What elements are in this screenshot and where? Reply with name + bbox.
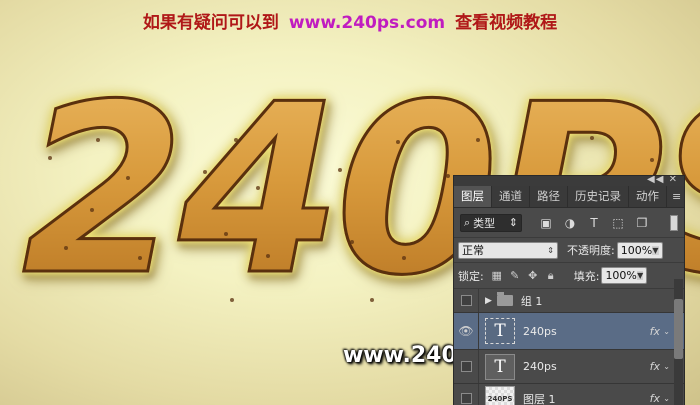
filter-row: ⌕ 类型 ⇕ ▣ ◑ T ⬚ ❐	[454, 208, 684, 238]
smart-object-filter-icon[interactable]: ❐	[632, 216, 652, 230]
lock-paint-icon[interactable]: ✎	[506, 269, 524, 282]
fill-label: 填充:	[573, 269, 600, 283]
hidden-box-icon	[460, 393, 472, 404]
lock-position-icon[interactable]: ✥	[524, 269, 542, 282]
search-icon: ⌕	[464, 215, 471, 229]
hidden-box-icon	[460, 361, 472, 372]
fx-icon[interactable]: fx	[650, 392, 660, 405]
fill-value: 100%	[605, 269, 637, 282]
lock-row: 锁定: ▦ ✎ ✥ 🔒︎ 填充: 100% ▼	[454, 263, 684, 289]
filter-kind-label: 类型	[473, 216, 496, 230]
adjustment-filter-icon[interactable]: ◑	[560, 216, 580, 230]
layer-row-image[interactable]: 240PS 图层 1 fx ⌄	[454, 384, 684, 405]
expand-arrow-icon[interactable]: ▶	[485, 296, 492, 306]
tab-history[interactable]: 历史记录	[568, 186, 629, 207]
opacity-label: 不透明度:	[567, 244, 615, 257]
layer-row-group[interactable]: ▶ 组 1	[454, 289, 684, 313]
layer-name: 组 1	[520, 294, 543, 308]
layers-panel: ◀◀ ✕ 图层 通道 路径 历史记录 动作 ≡ ⌕ 类型 ⇕ ▣ ◑ T ⬚ ❐…	[453, 175, 685, 405]
panel-menu-icon[interactable]: ≡	[667, 186, 684, 207]
tab-paths[interactable]: 路径	[530, 186, 568, 207]
layers-scrollbar[interactable]	[674, 279, 683, 405]
visibility-toggle[interactable]: 👁︎	[454, 313, 479, 349]
fill-field[interactable]: 100% ▼	[601, 267, 648, 284]
chevron-down-icon[interactable]: ⌄	[663, 394, 670, 403]
lock-transparency-icon[interactable]: ▦	[488, 269, 506, 282]
folder-icon	[496, 292, 513, 306]
visibility-toggle[interactable]	[454, 384, 479, 405]
collapse-icon[interactable]: ◀◀ ✕	[647, 176, 678, 185]
text-layer-thumb-icon: T	[485, 353, 515, 380]
hidden-box-icon	[460, 295, 472, 306]
layer-name: 240ps	[523, 324, 557, 338]
header-left-text: 如果有疑问可以到	[142, 13, 279, 33]
panel-tabbar: 图层 通道 路径 历史记录 动作 ≡	[454, 186, 684, 208]
eye-icon: 👁︎	[458, 324, 474, 338]
visibility-toggle[interactable]	[454, 289, 479, 312]
blend-mode-select[interactable]: 正常 ⇕	[458, 241, 558, 259]
text-layer-thumb-icon: T	[485, 318, 515, 344]
type-filter-icon[interactable]: T	[584, 216, 604, 230]
tutorial-header: 如果有疑问可以到 www.240ps.com 查看视频教程	[0, 8, 700, 33]
tab-actions[interactable]: 动作	[629, 186, 667, 207]
opacity-value: 100%	[620, 243, 653, 257]
tab-layers[interactable]: 图层	[454, 186, 492, 207]
header-right-text: 查看视频教程	[455, 13, 558, 33]
blend-mode-value: 正常	[462, 244, 484, 257]
filter-toggle[interactable]	[670, 214, 678, 231]
lock-label: 锁定:	[458, 269, 484, 283]
chevron-down-icon[interactable]: ▼	[652, 245, 659, 255]
scroll-thumb[interactable]	[674, 299, 683, 359]
layer-name: 240ps	[523, 360, 557, 373]
chevron-down-icon[interactable]: ⌄	[663, 327, 670, 336]
updown-icon: ⇕	[547, 245, 554, 255]
layer-row-text-selected[interactable]: 👁︎ T 240ps fx ⌄	[454, 313, 684, 350]
fx-icon[interactable]: fx	[650, 325, 660, 338]
header-url: www.240ps.com	[288, 13, 446, 33]
fx-icon[interactable]: fx	[650, 360, 660, 373]
filter-kind-select[interactable]: ⌕ 类型 ⇕	[460, 213, 522, 232]
visibility-toggle[interactable]	[454, 350, 479, 383]
panel-title-strip[interactable]: ◀◀ ✕	[454, 176, 684, 186]
tab-channels[interactable]: 通道	[492, 186, 530, 207]
blend-row: 正常 ⇕ 不透明度: 100% ▼	[454, 238, 684, 263]
image-layer-thumb: 240PS	[485, 385, 515, 405]
layer-name: 图层 1	[523, 392, 556, 405]
chevron-down-icon[interactable]: ⌄	[663, 362, 670, 371]
lock-all-icon[interactable]: 🔒︎	[542, 269, 560, 283]
shape-filter-icon[interactable]: ⬚	[608, 216, 628, 230]
pixel-filter-icon[interactable]: ▣	[536, 216, 556, 230]
chevron-down-icon[interactable]: ▼	[636, 271, 644, 280]
layer-row-text[interactable]: T 240ps fx ⌄	[454, 350, 684, 384]
updown-icon: ⇕	[508, 216, 518, 229]
opacity-field[interactable]: 100% ▼	[616, 241, 663, 259]
